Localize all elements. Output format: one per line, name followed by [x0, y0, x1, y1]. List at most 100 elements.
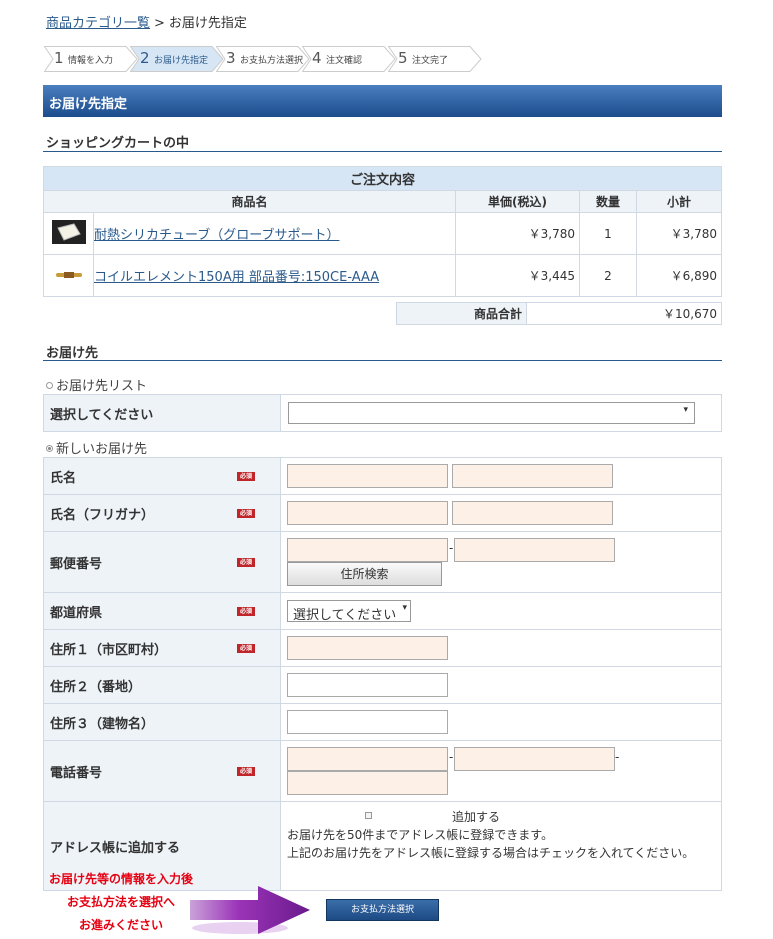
step-3: 3 お支払方法選択	[216, 46, 310, 72]
col-header-price: 単価(税込)	[455, 190, 580, 213]
product-thumbnail[interactable]	[43, 254, 94, 297]
field-label: 氏名 必須	[43, 457, 281, 495]
required-badge: 必須	[237, 607, 255, 616]
required-badge: 必須	[237, 558, 255, 567]
step-number: 1	[54, 49, 64, 67]
product-link[interactable]: コイルエレメント150A用 部品番号:150CE-AAA	[94, 270, 379, 285]
step-label: 注文完了	[412, 56, 449, 66]
quantity: 1	[579, 212, 637, 255]
step-number: 2	[140, 49, 150, 67]
street-input[interactable]	[287, 673, 448, 697]
arrow-right-icon	[190, 886, 310, 934]
table-row: コイルエレメント150A用 部品番号:150CE-AAA ￥3,445 2 ￥6…	[43, 254, 722, 297]
row-name: 氏名 必須	[43, 457, 722, 495]
checkout-steps: 1 情報を入力 2 お届け先指定 3 お支払方法選択 4 注文確認 5 注文完了	[44, 46, 482, 72]
last-name-kana-input[interactable]	[287, 501, 448, 525]
cart-table: ご注文内容 商品名 単価(税込) 数量 小計 耐熱シリカチューブ（グローブサポー…	[43, 166, 722, 297]
tel-separator: -	[615, 750, 620, 764]
new-address-option[interactable]: 新しいお届け先	[46, 438, 147, 457]
step-5: 5 注文完了	[388, 46, 482, 72]
field-label: 住所１（市区町村） 必須	[43, 629, 281, 667]
shipping-heading-divider	[43, 360, 722, 361]
row-zip: 郵便番号 必須 - 住所検索	[43, 531, 722, 593]
product-image-icon	[55, 271, 82, 278]
hint-line-2: お支払方法を選択へ	[66, 895, 175, 909]
row-tel: 電話番号 必須 - -	[43, 740, 722, 802]
row-addr3: 住所３（建物名）	[43, 703, 722, 741]
hint-line-1: お届け先等の情報を入力後	[48, 872, 193, 886]
product-name-cell: コイルエレメント150A用 部品番号:150CE-AAA	[93, 254, 456, 297]
city-input[interactable]	[287, 636, 448, 660]
step-number: 3	[226, 49, 236, 67]
step-number: 4	[312, 49, 322, 67]
zip-first-input[interactable]	[287, 538, 448, 562]
cart-total: 商品合計 ￥10,670	[396, 302, 722, 325]
step-4: 4 注文確認	[302, 46, 396, 72]
table-row: 耐熱シリカチューブ（グローブサポート） ￥3,780 1 ￥3,780	[43, 212, 722, 255]
field-label: 電話番号 必須	[43, 740, 281, 802]
total-label: 商品合計	[396, 302, 527, 325]
required-badge: 必須	[237, 472, 255, 481]
row-addr2: 住所２（番地）	[43, 666, 722, 704]
chevron-down-icon: ▾	[683, 405, 688, 415]
breadcrumb-category-link[interactable]: 商品カテゴリ一覧	[46, 16, 150, 31]
step-number: 5	[398, 49, 408, 67]
zip-separator: -	[449, 541, 454, 555]
address-search-button[interactable]: 住所検索	[287, 562, 442, 586]
col-header-subtotal: 小計	[636, 190, 722, 213]
first-name-input[interactable]	[452, 464, 613, 488]
address-list-label: お届け先リスト	[56, 379, 148, 394]
building-input[interactable]	[287, 710, 448, 734]
required-badge: 必須	[237, 767, 255, 776]
radio-icon[interactable]	[46, 382, 53, 389]
zip-second-input[interactable]	[454, 538, 615, 562]
breadcrumb-separator: >	[154, 16, 165, 31]
row-kana: 氏名（フリガナ） 必須	[43, 494, 722, 532]
col-header-name: 商品名	[43, 190, 456, 213]
last-name-input[interactable]	[287, 464, 448, 488]
step-1: 1 情報を入力	[44, 46, 138, 72]
chevron-down-icon: ▾	[402, 603, 407, 613]
breadcrumb-current: お届け先指定	[168, 16, 247, 31]
required-badge: 必須	[237, 644, 255, 653]
field-label: 住所２（番地）	[43, 666, 281, 704]
row-pref: 都道府県 必須 選択してください ▾	[43, 592, 722, 630]
row-addr1: 住所１（市区町村） 必須	[43, 629, 722, 667]
add-to-address-book-checkbox[interactable]	[365, 812, 372, 819]
unit-price: ￥3,445	[455, 254, 580, 297]
subtotal: ￥3,780	[636, 212, 722, 255]
hint-line-3: お進みください	[78, 918, 163, 932]
unit-price: ￥3,780	[455, 212, 580, 255]
address-list-label-cell: 選択してください	[43, 394, 281, 432]
proceed-to-payment-button[interactable]: お支払方法選択	[326, 899, 439, 921]
checkbox-label: 追加する	[452, 810, 501, 824]
address-list-table: 選択してください ▾	[43, 394, 722, 432]
col-header-qty: 数量	[579, 190, 637, 213]
tel-separator: -	[449, 750, 454, 764]
total-value: ￥10,670	[526, 302, 722, 325]
field-label: 郵便番号 必須	[43, 531, 281, 593]
tel-third-input[interactable]	[287, 771, 448, 795]
breadcrumb: 商品カテゴリ一覧 > お届け先指定	[46, 12, 247, 31]
cart-caption: ご注文内容	[43, 166, 722, 191]
product-thumbnail[interactable]	[43, 212, 94, 255]
radio-icon[interactable]	[46, 445, 53, 452]
tel-second-input[interactable]	[454, 747, 615, 771]
address-list-option[interactable]: お届け先リスト	[46, 375, 147, 394]
field-label: 都道府県 必須	[43, 592, 281, 630]
field-label: 氏名（フリガナ） 必須	[43, 494, 281, 532]
cart-heading: ショッピングカートの中	[46, 136, 190, 151]
address-book-note: 上記のお届け先をアドレス帳に登録する場合はチェックを入れてください。	[287, 846, 695, 860]
address-book-note: お届け先を50件までアドレス帳に登録できます。	[287, 828, 554, 842]
first-name-kana-input[interactable]	[452, 501, 613, 525]
new-address-form: 氏名 必須 氏名（フリガナ） 必須 郵便番号 必須 - 住所検索 都道府県 必須 選択し…	[43, 457, 722, 891]
step-label: お支払方法選択	[240, 56, 304, 66]
product-name-cell: 耐熱シリカチューブ（グローブサポート）	[93, 212, 456, 255]
page-title: お届け先指定	[43, 85, 722, 117]
cart-heading-divider	[43, 151, 722, 152]
new-address-label: 新しいお届け先	[56, 442, 148, 457]
address-list-select[interactable]: ▾	[288, 402, 695, 424]
product-link[interactable]: 耐熱シリカチューブ（グローブサポート）	[94, 228, 339, 243]
tel-first-input[interactable]	[287, 747, 448, 771]
prefecture-select[interactable]: 選択してください ▾	[287, 600, 411, 623]
